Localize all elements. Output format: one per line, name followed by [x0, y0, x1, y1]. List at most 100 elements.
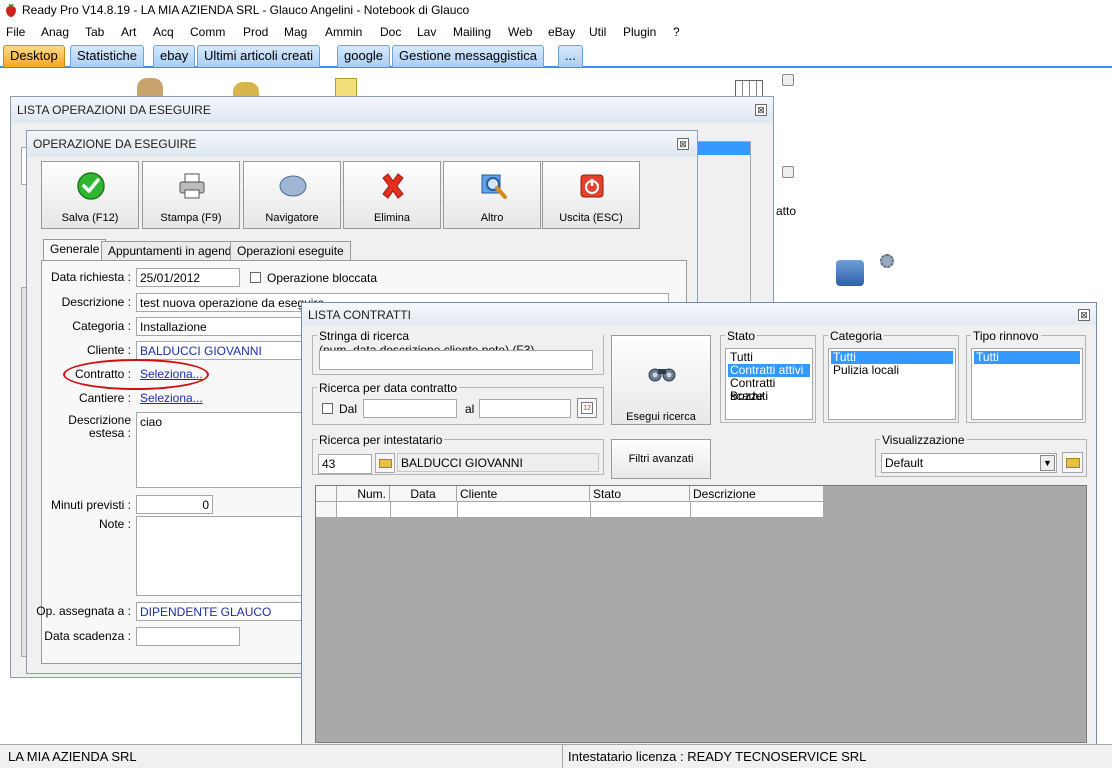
table-row[interactable]: [337, 502, 824, 518]
menu-doc[interactable]: Doc: [380, 25, 401, 39]
folder-icon[interactable]: [375, 453, 395, 473]
operazione-bloccata-checkbox[interactable]: [250, 272, 261, 283]
row-indicator-cell[interactable]: [316, 502, 337, 518]
column-data[interactable]: Data: [390, 486, 457, 502]
close-icon[interactable]: ⊠: [755, 104, 767, 116]
menu-tab[interactable]: Tab: [85, 25, 104, 39]
status-license: Intestatario licenza : READY TECNOSERVIC…: [568, 749, 867, 764]
compass-icon: [279, 175, 307, 197]
minuti-previsti-input[interactable]: 0: [136, 495, 213, 514]
run-search-label: Esegui ricerca: [626, 411, 696, 423]
categoria-item-pulizia-locali[interactable]: Pulizia locali: [831, 364, 953, 377]
dal-checkbox[interactable]: [322, 403, 333, 414]
tab-gestione-messaggistica[interactable]: Gestione messaggistica: [392, 45, 545, 67]
visualizzazione-value: Default: [885, 456, 924, 470]
database-mail-icon[interactable]: [836, 260, 864, 286]
menu-ammin[interactable]: Ammin: [325, 25, 362, 39]
tipo-rinnovo-listbox[interactable]: Tutti: [971, 348, 1083, 420]
search-string-group: Stringa di ricerca (num.,data,descrizion…: [312, 329, 604, 375]
al-date-input[interactable]: [479, 399, 571, 418]
column-stato[interactable]: Stato: [590, 486, 690, 502]
navigator-label: Navigatore: [265, 212, 319, 224]
cliente-label: Cliente :: [86, 343, 131, 357]
desktop-icon-label: atto: [776, 204, 797, 218]
status-separator: [562, 745, 563, 768]
tab-google[interactable]: google: [337, 45, 391, 67]
tab-appuntamenti[interactable]: Appuntamenti in agenda: [101, 241, 246, 261]
cantiere-select-link[interactable]: Seleziona...: [140, 391, 203, 405]
column-num[interactable]: Num.: [337, 486, 390, 502]
menu-prod[interactable]: Prod: [243, 25, 268, 39]
data-richiesta-label: Data richiesta :: [50, 270, 131, 284]
close-icon[interactable]: ⊠: [677, 138, 689, 150]
descrizione-estesa-label-2: estesa :: [88, 426, 131, 440]
stato-item-bozze[interactable]: Bozze: [728, 390, 810, 403]
menu-ebay[interactable]: eBay: [548, 25, 575, 39]
gear-icon[interactable]: [880, 254, 894, 268]
run-search-button[interactable]: Esegui ricerca: [611, 335, 711, 425]
tab-ultimi-articoli[interactable]: Ultimi articoli creati: [197, 45, 321, 67]
other-label: Altro: [480, 212, 504, 224]
dal-date-input[interactable]: [363, 399, 457, 418]
menu-acq[interactable]: Acq: [153, 25, 174, 39]
menu-plugin[interactable]: Plugin: [623, 25, 656, 39]
date-search-group-title: Ricerca per data contratto: [317, 381, 460, 395]
printer-icon: [179, 173, 205, 199]
visualizzazione-select[interactable]: Default ▼: [881, 453, 1057, 473]
intestatario-code-input[interactable]: 43: [318, 454, 372, 474]
menu-help[interactable]: ?: [673, 25, 680, 39]
column-cliente[interactable]: Cliente: [457, 486, 590, 502]
menu-lav[interactable]: Lav: [417, 25, 436, 39]
data-scadenza-input[interactable]: [136, 627, 240, 646]
advanced-filters-button[interactable]: Filtri avanzati: [611, 439, 711, 479]
categoria-group-title: Categoria: [828, 329, 885, 343]
search-input[interactable]: [319, 350, 593, 370]
menu-util[interactable]: Util: [589, 25, 606, 39]
status-company: LA MIA AZIENDA SRL: [8, 749, 137, 764]
print-button[interactable]: Stampa (F9): [142, 161, 240, 229]
tab-statistiche[interactable]: Statistiche: [70, 45, 144, 67]
stato-listbox[interactable]: Tutti Contratti attivi Contratti scaduti…: [725, 348, 813, 420]
menu-web[interactable]: Web: [508, 25, 532, 39]
tipo-rinnovo-group: Tipo rinnovo Tutti: [966, 329, 1086, 423]
tab-desktop[interactable]: Desktop: [3, 45, 65, 67]
contracts-grid[interactable]: Num. Data Cliente Stato Descrizione: [315, 485, 1087, 743]
categoria-label: Categoria :: [72, 319, 131, 333]
menu-file[interactable]: File: [6, 25, 25, 39]
exit-label: Uscita (ESC): [559, 212, 623, 224]
highlight-annotation: [63, 359, 209, 390]
status-bar: LA MIA AZIENDA SRL Intestatario licenza …: [0, 744, 1112, 768]
column-descrizione[interactable]: Descrizione: [690, 486, 824, 502]
save-label: Salva (F12): [61, 212, 119, 224]
tab-more[interactable]: ...: [558, 45, 583, 67]
tab-operazioni-eseguite[interactable]: Operazioni eseguite: [230, 241, 351, 261]
categoria-listbox[interactable]: Tutti Pulizia locali: [828, 348, 956, 420]
other-button[interactable]: Altro: [443, 161, 541, 229]
grid-corner-cell: [316, 486, 337, 502]
stato-group: Stato Tutti Contratti attivi Contratti s…: [720, 329, 816, 423]
check-icon: [77, 172, 105, 200]
menu-comm[interactable]: Comm: [190, 25, 225, 39]
al-label: al: [465, 402, 475, 416]
folder-icon[interactable]: [1062, 452, 1083, 473]
save-button[interactable]: Salva (F12): [41, 161, 139, 229]
menu-anag[interactable]: Anag: [41, 25, 69, 39]
delete-button[interactable]: Elimina: [343, 161, 441, 229]
data-richiesta-input[interactable]: 25/01/2012: [136, 268, 240, 287]
menu-mag[interactable]: Mag: [284, 25, 307, 39]
desktop-tab-bar: Desktop Statistiche ebay Ultimi articoli…: [0, 42, 1112, 68]
exit-button[interactable]: Uscita (ESC): [542, 161, 640, 229]
chevron-down-icon[interactable]: ▼: [1040, 455, 1055, 471]
delete-x-icon: [382, 173, 404, 199]
menu-bar: File Anag Tab Art Acq Comm Prod Mag Ammi…: [0, 22, 1112, 42]
close-icon[interactable]: ⊠: [1078, 309, 1090, 321]
calendar-icon[interactable]: 12: [577, 398, 597, 418]
print-label: Stampa (F9): [160, 212, 222, 224]
tab-ebay[interactable]: ebay: [153, 45, 196, 67]
menu-mailing[interactable]: Mailing: [453, 25, 491, 39]
navigator-button[interactable]: Navigatore: [243, 161, 341, 229]
rinnovo-item-tutti[interactable]: Tutti: [974, 351, 1080, 364]
menu-art[interactable]: Art: [121, 25, 136, 39]
tab-generale[interactable]: Generale: [43, 239, 107, 261]
strawberry-app-icon: [6, 4, 16, 17]
